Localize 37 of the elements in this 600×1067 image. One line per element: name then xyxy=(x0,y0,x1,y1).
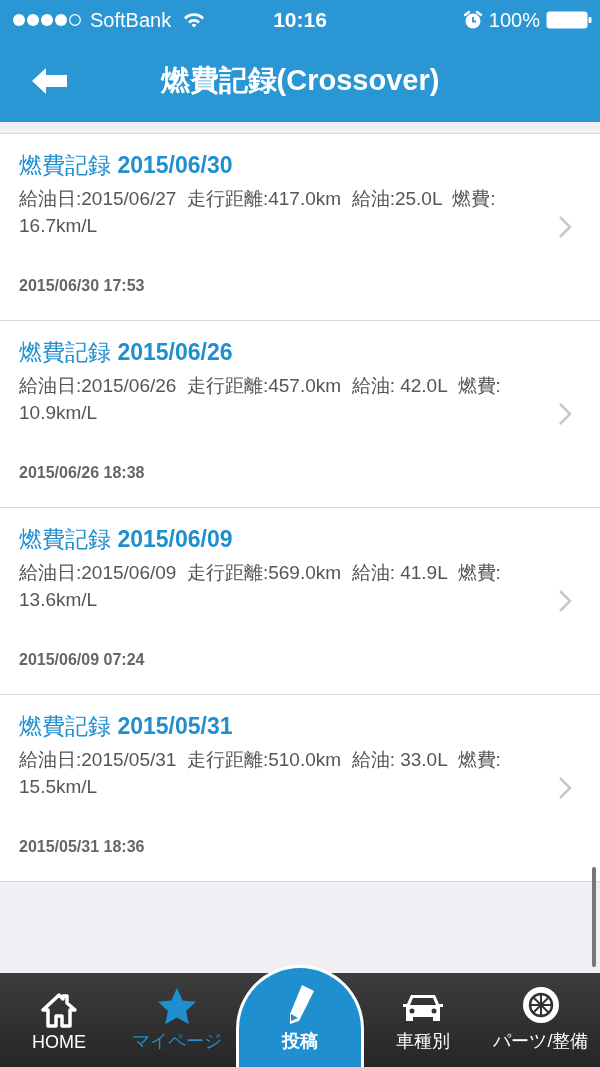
record-timestamp: 2015/06/26 18:38 xyxy=(19,464,146,482)
record-row[interactable]: 燃費記録 2015/06/30 給油日:2015/06/27 走行距離:417.0km 給油:25.0L 燃費: 16.7km/L 2015/06/30 17:53 xyxy=(0,134,600,321)
house-icon xyxy=(39,992,79,1028)
record-row[interactable]: 燃費記録 2015/06/26 給油日:2015/06/26 走行距離:457.0km 給油: 42.0L 燃費: 10.9km/L 2015/06/26 18:38 xyxy=(0,321,600,508)
chevron-icon xyxy=(558,776,572,800)
star-icon xyxy=(157,987,197,1025)
record-detail: 給油日:2015/06/27 走行距離:417.0km 給油:25.0L 燃費: 16.7km/L xyxy=(19,187,497,238)
record-row[interactable]: 燃費記録 2015/06/09 給油日:2015/06/09 走行距離:569.0km 給油: 41.9L 燃費: 13.6km/L 2015/06/09 07:24 xyxy=(0,508,600,695)
page-title: 燃費記録(Crossover) xyxy=(160,63,440,98)
record-row[interactable]: 燃費記録 2015/05/31 給油日:2015/05/31 走行距離:510.0km 給油: 33.0L 燃費: 15.5km/L 2015/05/31 18:36 xyxy=(0,695,600,882)
battery-percent: 100% xyxy=(488,8,540,32)
tab[interactable]: マイページ xyxy=(118,973,236,1067)
record-title: 燃費記録 2015/06/09 xyxy=(19,525,234,554)
tab[interactable]: パーツ/整備 xyxy=(482,973,600,1067)
tab[interactable]: 車種別 xyxy=(364,973,482,1067)
chevron-icon xyxy=(558,589,572,613)
record-detail: 給油日:2015/06/09 走行距離:569.0km 給油: 41.9L 燃費: 13.6km/L xyxy=(19,561,502,612)
battery-icon xyxy=(546,10,592,30)
record-title: 燃費記録 2015/06/26 xyxy=(19,338,234,367)
chevron-icon xyxy=(558,215,572,239)
back-arrow-icon[interactable] xyxy=(32,68,68,94)
record-title: 燃費記録 2015/05/31 xyxy=(19,712,234,741)
tab[interactable]: HOME xyxy=(0,973,118,1067)
wheel-icon xyxy=(521,985,561,1025)
record-title: 燃費記録 2015/06/30 xyxy=(19,151,234,180)
record-detail: 給油日:2015/05/31 走行距離:510.0km 給油: 33.0L 燃費: 15.5km/L xyxy=(19,748,502,799)
post-button[interactable]: 投稿 xyxy=(236,965,364,1067)
record-timestamp: 2015/06/30 17:53 xyxy=(19,277,146,295)
wifi-icon xyxy=(183,12,206,28)
alarm-clock-icon xyxy=(462,10,483,30)
signal-icon xyxy=(12,13,84,27)
record-detail: 給油日:2015/06/26 走行距離:457.0km 給油: 42.0L 燃費: 10.9km/L xyxy=(19,374,502,425)
record-timestamp: 2015/05/31 18:36 xyxy=(19,838,146,856)
clock-time: 10:16 xyxy=(273,8,327,32)
record-timestamp: 2015/06/09 07:24 xyxy=(19,651,146,669)
carrier-name: SoftBank xyxy=(90,8,172,32)
chevron-icon xyxy=(558,402,572,426)
